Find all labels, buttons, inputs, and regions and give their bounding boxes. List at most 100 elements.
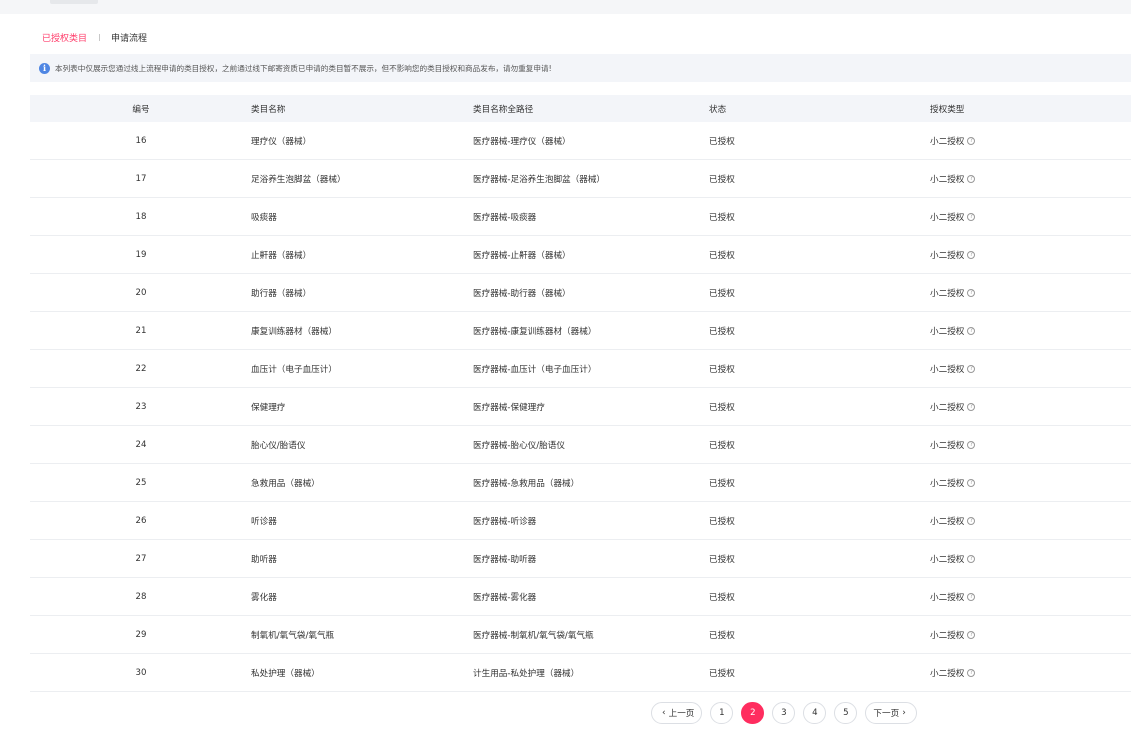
- page-button-4[interactable]: 4: [803, 702, 827, 724]
- page-button-3[interactable]: 3: [772, 702, 796, 724]
- category-table: 编号 类目名称 类目名称全路径 状态 授权类型 16 理疗仪（器械） 医疗器械-理疗…: [30, 95, 1131, 692]
- tab-application-process[interactable]: 申请流程: [111, 31, 147, 44]
- cell-category-name: 保健理疗: [251, 402, 286, 413]
- help-icon[interactable]: ?: [967, 174, 976, 183]
- cell-auth-type: 小二授权?: [930, 274, 976, 311]
- tab-bar: 已授权类目 申请流程: [42, 30, 147, 44]
- tab-divider: [99, 33, 101, 41]
- table-row: 30 私处护理（器械） 计生用品-私处护理（器械） 已授权 小二授权?: [30, 654, 1131, 692]
- cell-category-path: 医疗器械-康复训练器材（器械）: [473, 326, 597, 337]
- cell-category-path: 医疗器械-保健理疗: [473, 402, 545, 413]
- top-tab-remnant: [50, 0, 98, 4]
- table-row: 20 助行器（器械） 医疗器械-助行器（器械） 已授权 小二授权?: [30, 274, 1131, 312]
- help-icon[interactable]: ?: [967, 288, 976, 297]
- cell-id: 17: [135, 173, 147, 184]
- cell-category-name: 雾化器: [251, 592, 277, 603]
- cell-category-name: 血压计（电子血压计）: [251, 364, 337, 375]
- page-button-2[interactable]: 2: [741, 702, 765, 724]
- cell-category-path: 医疗器械-胎心仪/胎语仪: [473, 440, 565, 451]
- cell-category-path: 医疗器械-急救用品（器械）: [473, 478, 580, 489]
- help-icon[interactable]: ?: [967, 402, 976, 411]
- chevron-left-icon: ‹: [662, 708, 666, 718]
- cell-auth-type: 小二授权?: [930, 236, 976, 273]
- cell-category-path: 医疗器械-制氧机/氧气袋/氧气瓶: [473, 630, 594, 641]
- cell-category-path: 医疗器械-理疗仪（器械）: [473, 136, 571, 147]
- cell-id: 24: [135, 439, 147, 450]
- cell-id: 28: [135, 591, 147, 602]
- header-id: 编号: [132, 104, 150, 115]
- cell-status: 已授权: [709, 592, 735, 603]
- cell-auth-type: 小二授权?: [930, 540, 976, 577]
- cell-auth-type: 小二授权?: [930, 502, 976, 539]
- auth-type-label: 小二授权: [930, 668, 965, 679]
- cell-status: 已授权: [709, 136, 735, 147]
- cell-id: 19: [135, 249, 147, 260]
- cell-category-path: 医疗器械-助行器（器械）: [473, 288, 571, 299]
- auth-type-label: 小二授权: [930, 250, 965, 261]
- auth-type-label: 小二授权: [930, 402, 965, 413]
- top-strip: [0, 0, 1131, 14]
- cell-category-path: 医疗器械-听诊器: [473, 516, 537, 527]
- cell-auth-type: 小二授权?: [930, 654, 976, 691]
- cell-category-path: 医疗器械-雾化器: [473, 592, 537, 603]
- table-row: 22 血压计（电子血压计） 医疗器械-血压计（电子血压计） 已授权 小二授权?: [30, 350, 1131, 388]
- help-icon[interactable]: ?: [967, 630, 976, 639]
- tab-authorized-categories[interactable]: 已授权类目: [42, 31, 87, 44]
- auth-type-label: 小二授权: [930, 326, 965, 337]
- help-icon[interactable]: ?: [967, 440, 976, 449]
- page-button-1[interactable]: 1: [710, 702, 734, 724]
- cell-category-name: 康复训练器材（器械）: [251, 326, 337, 337]
- cell-status: 已授权: [709, 478, 735, 489]
- help-icon[interactable]: ?: [967, 478, 976, 487]
- table-row: 23 保健理疗 医疗器械-保健理疗 已授权 小二授权?: [30, 388, 1131, 426]
- cell-auth-type: 小二授权?: [930, 388, 976, 425]
- cell-category-name: 听诊器: [251, 516, 277, 527]
- cell-auth-type: 小二授权?: [930, 578, 976, 615]
- table-row: 26 听诊器 医疗器械-听诊器 已授权 小二授权?: [30, 502, 1131, 540]
- cell-auth-type: 小二授权?: [930, 312, 976, 349]
- next-page-button[interactable]: 下一页 ›: [865, 702, 917, 724]
- help-icon[interactable]: ?: [967, 554, 976, 563]
- help-icon[interactable]: ?: [967, 250, 976, 259]
- auth-type-label: 小二授权: [930, 136, 965, 147]
- table-row: 17 足浴养生泡脚盆（器械） 医疗器械-足浴养生泡脚盆（器械） 已授权 小二授权?: [30, 160, 1131, 198]
- table-body: 16 理疗仪（器械） 医疗器械-理疗仪（器械） 已授权 小二授权? 17 足浴养生泡脚盆（器…: [30, 122, 1131, 692]
- page-button-5[interactable]: 5: [834, 702, 858, 724]
- cell-status: 已授权: [709, 212, 735, 223]
- prev-page-button[interactable]: ‹ 上一页: [651, 702, 703, 724]
- help-icon[interactable]: ?: [967, 364, 976, 373]
- cell-auth-type: 小二授权?: [930, 616, 976, 653]
- cell-id: 21: [135, 325, 147, 336]
- prev-page-label: 上一页: [668, 709, 695, 719]
- auth-type-label: 小二授权: [930, 288, 965, 299]
- table-row: 28 雾化器 医疗器械-雾化器 已授权 小二授权?: [30, 578, 1131, 616]
- cell-category-name: 足浴养生泡脚盆（器械）: [251, 174, 346, 185]
- help-icon[interactable]: ?: [967, 212, 976, 221]
- help-icon[interactable]: ?: [967, 668, 976, 677]
- cell-status: 已授权: [709, 250, 735, 261]
- notice-text: 本列表中仅展示您通过线上流程申请的类目授权，之前通过线下邮寄资质已申请的类目暂不…: [55, 63, 552, 73]
- auth-type-label: 小二授权: [930, 364, 965, 375]
- help-icon[interactable]: ?: [967, 326, 976, 335]
- auth-type-label: 小二授权: [930, 592, 965, 603]
- table-row: 19 止鼾器（器械） 医疗器械-止鼾器（器械） 已授权 小二授权?: [30, 236, 1131, 274]
- auth-type-label: 小二授权: [930, 516, 965, 527]
- cell-status: 已授权: [709, 326, 735, 337]
- table-row: 25 急救用品（器械） 医疗器械-急救用品（器械） 已授权 小二授权?: [30, 464, 1131, 502]
- help-icon[interactable]: ?: [967, 592, 976, 601]
- auth-type-label: 小二授权: [930, 554, 965, 565]
- cell-id: 18: [135, 211, 147, 222]
- help-icon[interactable]: ?: [967, 516, 976, 525]
- cell-id: 23: [135, 401, 147, 412]
- cell-id: 27: [135, 553, 147, 564]
- cell-category-path: 医疗器械-助听器: [473, 554, 537, 565]
- header-auth-type: 授权类型: [930, 104, 965, 115]
- cell-status: 已授权: [709, 364, 735, 375]
- cell-category-path: 医疗器械-足浴养生泡脚盆（器械）: [473, 174, 606, 185]
- info-icon: i: [39, 62, 50, 74]
- table-row: 18 吸痰器 医疗器械-吸痰器 已授权 小二授权?: [30, 198, 1131, 236]
- help-icon[interactable]: ?: [967, 136, 976, 145]
- cell-status: 已授权: [709, 516, 735, 527]
- cell-status: 已授权: [709, 630, 735, 641]
- table-row: 24 胎心仪/胎语仪 医疗器械-胎心仪/胎语仪 已授权 小二授权?: [30, 426, 1131, 464]
